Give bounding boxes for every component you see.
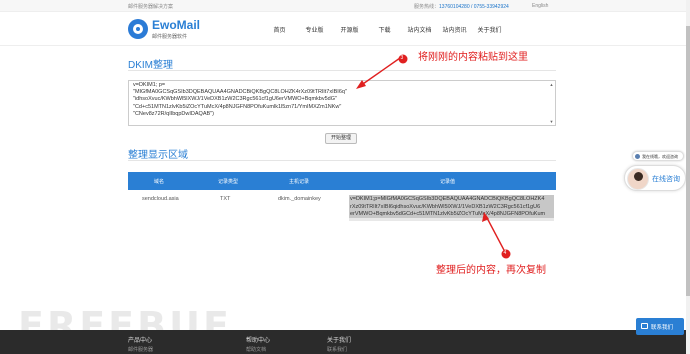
cell-host: dkim._domainkey xyxy=(278,196,321,202)
cell-type: TXT xyxy=(220,196,231,202)
column-header-domain: 域名 xyxy=(154,179,165,185)
nav-item-opensource[interactable]: 开源版 xyxy=(332,25,367,34)
divider xyxy=(128,160,556,161)
cell-domain: sendcloud.asia xyxy=(142,196,179,202)
online-tip-text: 我在线哦，欢迎咨询 xyxy=(642,154,678,159)
ewomail-logo-icon xyxy=(128,19,148,39)
dkim-key-textarea[interactable]: v=DKIM1; p= "MIGfMA0GCSqGSIb3DQEBAQUAA4G… xyxy=(128,80,556,126)
value-line: rXz09tTRlIt7xIBI6qidhsoXvuc/KWbhWl5lXWJ/… xyxy=(350,203,541,210)
footer-col-help[interactable]: 帮助中心 xyxy=(246,335,270,344)
page-scrollbar[interactable] xyxy=(686,0,690,354)
key-line: "CNev8z72R/qIIbqpDwIDAQAB") xyxy=(133,110,214,117)
footer-col-products[interactable]: 产品中心 xyxy=(128,335,152,344)
record-value-field[interactable]: v=DKIM1;p=MIGfMA0GCSqGSIb3DQEBAQUAA4GNAD… xyxy=(349,195,554,221)
agent-avatar-icon xyxy=(627,168,649,190)
online-consult-widget[interactable]: 在线咨询 xyxy=(624,165,686,191)
key-line: v=DKIM1; p= xyxy=(133,82,166,88)
footer-link[interactable]: 邮件服务器 xyxy=(128,346,153,353)
page-scrollbar-thumb[interactable] xyxy=(686,26,690,296)
key-line: "MIGfMA0GCSqGSIb3DQEBAQUAA4GNADCBiQKBgQC… xyxy=(133,89,347,96)
divider xyxy=(128,70,556,71)
horizontal-scrollbar[interactable] xyxy=(349,218,554,221)
scroll-up-icon[interactable]: ▲ xyxy=(549,82,554,87)
nav-item-home[interactable]: 首页 xyxy=(262,25,297,34)
value-line: v=DKIM1;p=MIGfMA0GCSqGSIb3DQEBAQUAA4GNAD… xyxy=(350,196,545,202)
logo-subtitle: 邮件服务器软件 xyxy=(152,34,188,40)
nav-item-news[interactable]: 站内资讯 xyxy=(437,25,472,34)
column-header-type: 记录类型 xyxy=(218,179,239,185)
footer-link[interactable]: 联系我们 xyxy=(327,346,347,353)
site-header: EwoMail 邮件服务器软件 首页 专业版 开源版 下载 站内文档 站内资讯 … xyxy=(0,12,690,46)
logo-brand: EwoMail xyxy=(152,18,201,32)
hotline: 服务热线：13760104280 / 0755-33942924 xyxy=(414,3,509,10)
textarea-scrollbar[interactable]: ▲ ▼ xyxy=(549,82,554,124)
scroll-down-icon[interactable]: ▼ xyxy=(549,119,554,124)
result-table-header: 域名 记录类型 主机记录 记录值 xyxy=(128,172,556,190)
nav-item-docs[interactable]: 站内文档 xyxy=(402,25,437,34)
main-nav: 首页 专业版 开源版 下载 站内文档 站内资讯 关于我们 xyxy=(262,25,507,34)
dkim-section-title: DKIM整理 xyxy=(128,60,173,71)
contact-us-button[interactable]: 联系我们 xyxy=(636,318,684,335)
key-line: "Cd+c51MTN1zlvKb5iZOcYTuMcX/4p8NJGFN8POf… xyxy=(133,103,342,110)
mail-icon xyxy=(641,323,648,329)
result-section-title: 整理显示区域 xyxy=(128,150,188,161)
key-line: "idhsoXvuc/KWbhWl5lXWJ/1VeDXB1zW2C3Rgc56… xyxy=(133,96,337,103)
nav-item-about[interactable]: 关于我们 xyxy=(472,25,507,34)
online-tip-bubble[interactable]: 我在线哦，欢迎咨询 xyxy=(632,151,684,161)
top-slogan: 邮件服务器解决方案 xyxy=(128,4,174,10)
step-3-number: 3 xyxy=(400,55,404,61)
contact-us-label: 联系我们 xyxy=(651,325,674,331)
hotline-numbers[interactable]: 13760104280 / 0755-33942924 xyxy=(439,4,509,10)
step-3-annotation: 将刚刚的内容粘贴到这里 xyxy=(418,52,528,63)
online-consult-label: 在线咨询 xyxy=(652,176,680,183)
format-button[interactable]: 开始整理 xyxy=(325,133,357,144)
column-header-value: 记录值 xyxy=(440,179,456,185)
column-header-host: 主机记录 xyxy=(289,179,310,185)
nav-item-download[interactable]: 下载 xyxy=(367,25,402,34)
top-bar: 邮件服务器解决方案 服务热线：13760104280 / 0755-339429… xyxy=(0,0,690,12)
footer-link[interactable]: 帮助文档 xyxy=(246,346,266,353)
step-4-number: 4 xyxy=(503,250,507,256)
hotline-label: 服务热线： xyxy=(414,4,440,10)
english-link[interactable]: English xyxy=(532,3,548,9)
footer-col-about[interactable]: 关于我们 xyxy=(327,335,351,344)
arrow-4-line xyxy=(485,215,506,253)
site-logo[interactable]: EwoMail 邮件服务器软件 xyxy=(128,18,228,42)
step-4-annotation: 整理后的内容，再次复制 xyxy=(436,265,546,276)
site-footer: 产品中心 帮助中心 关于我们 邮件服务器 帮助文档 联系我们 xyxy=(0,330,686,354)
agent-avatar-icon xyxy=(635,154,640,159)
nav-item-pro[interactable]: 专业版 xyxy=(297,25,332,34)
